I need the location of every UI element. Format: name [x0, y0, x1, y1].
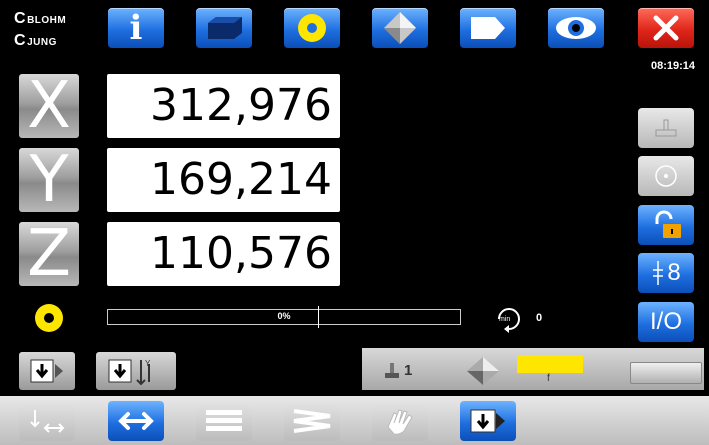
download-step-button[interactable] [460, 401, 516, 441]
workpiece-button[interactable] [196, 8, 252, 48]
svg-text:Y: Y [145, 359, 151, 368]
tool-number: 1 [404, 362, 413, 379]
axis-x-value: 312,976 [107, 74, 340, 138]
counter-label: 8 [667, 259, 681, 286]
counter-button[interactable]: 8 [638, 253, 694, 293]
view-button[interactable] [548, 8, 604, 48]
tool-slot-button[interactable] [630, 362, 702, 384]
down-arrow-icon [30, 359, 63, 383]
horizontal-move-button[interactable] [108, 401, 164, 441]
axis-y-value: 169,214 [107, 148, 340, 212]
spindle-value: 0 [536, 312, 543, 324]
measure-circle-button[interactable] [284, 8, 340, 48]
left-right-arrow-icon [118, 412, 154, 430]
zigzag-button[interactable] [284, 401, 340, 441]
axis-z-value: 110,576 [107, 222, 340, 286]
axis-y-button[interactable]: Y [19, 148, 79, 212]
manual-button[interactable] [372, 401, 428, 441]
workpiece-icon [208, 17, 242, 39]
spindle-axis-icon [653, 261, 664, 285]
tool-holder-icon [385, 363, 399, 378]
next-button[interactable] [460, 8, 516, 48]
unlock-button[interactable] [638, 205, 694, 245]
probe-button[interactable] [372, 8, 428, 48]
unlock-icon [655, 210, 681, 238]
circle-icon [298, 14, 326, 42]
io-label: I/O [649, 308, 682, 335]
info-button[interactable]: i [108, 8, 164, 48]
probe-tool-icon [655, 119, 677, 137]
axis-z-button[interactable]: Z [19, 222, 79, 286]
arrow-box-icon [471, 17, 505, 39]
close-button[interactable] [638, 8, 694, 48]
lines-icon [206, 410, 242, 431]
center-measure-button[interactable] [638, 156, 694, 196]
progress-marker [318, 306, 319, 328]
axis-x-button[interactable]: X [19, 74, 79, 138]
move-arrows-icon [30, 410, 65, 433]
lines-button[interactable] [196, 401, 252, 441]
bottom-toolbar [0, 396, 709, 445]
axis-transfer-button[interactable]: Y [96, 352, 176, 390]
down-arrow-icon [470, 409, 505, 433]
status-indicator-icon [35, 304, 63, 332]
download-button[interactable] [19, 352, 75, 390]
close-icon [653, 15, 679, 41]
axis-transfer-icon: Y [108, 359, 151, 386]
spindle-unit: min [499, 316, 511, 323]
eye-icon [556, 17, 596, 39]
move-button[interactable] [19, 401, 75, 441]
zigzag-icon [293, 409, 331, 433]
diamond-icon [384, 12, 416, 44]
progress-label: 0% [277, 311, 291, 321]
clock: 08:19:14 [650, 60, 695, 72]
progress-bar: 0% [107, 306, 461, 328]
target-circle-icon [655, 165, 677, 187]
hand-icon [387, 409, 413, 435]
info-icon: i [129, 8, 143, 48]
probe-diamond-icon [467, 357, 499, 385]
brand-logo: CBLOHM CJUNG [14, 10, 67, 49]
tool-probe-button[interactable] [638, 108, 694, 148]
io-button[interactable]: I/O [638, 302, 694, 342]
feed-label: f [547, 373, 550, 384]
feed-indicator [517, 355, 583, 373]
